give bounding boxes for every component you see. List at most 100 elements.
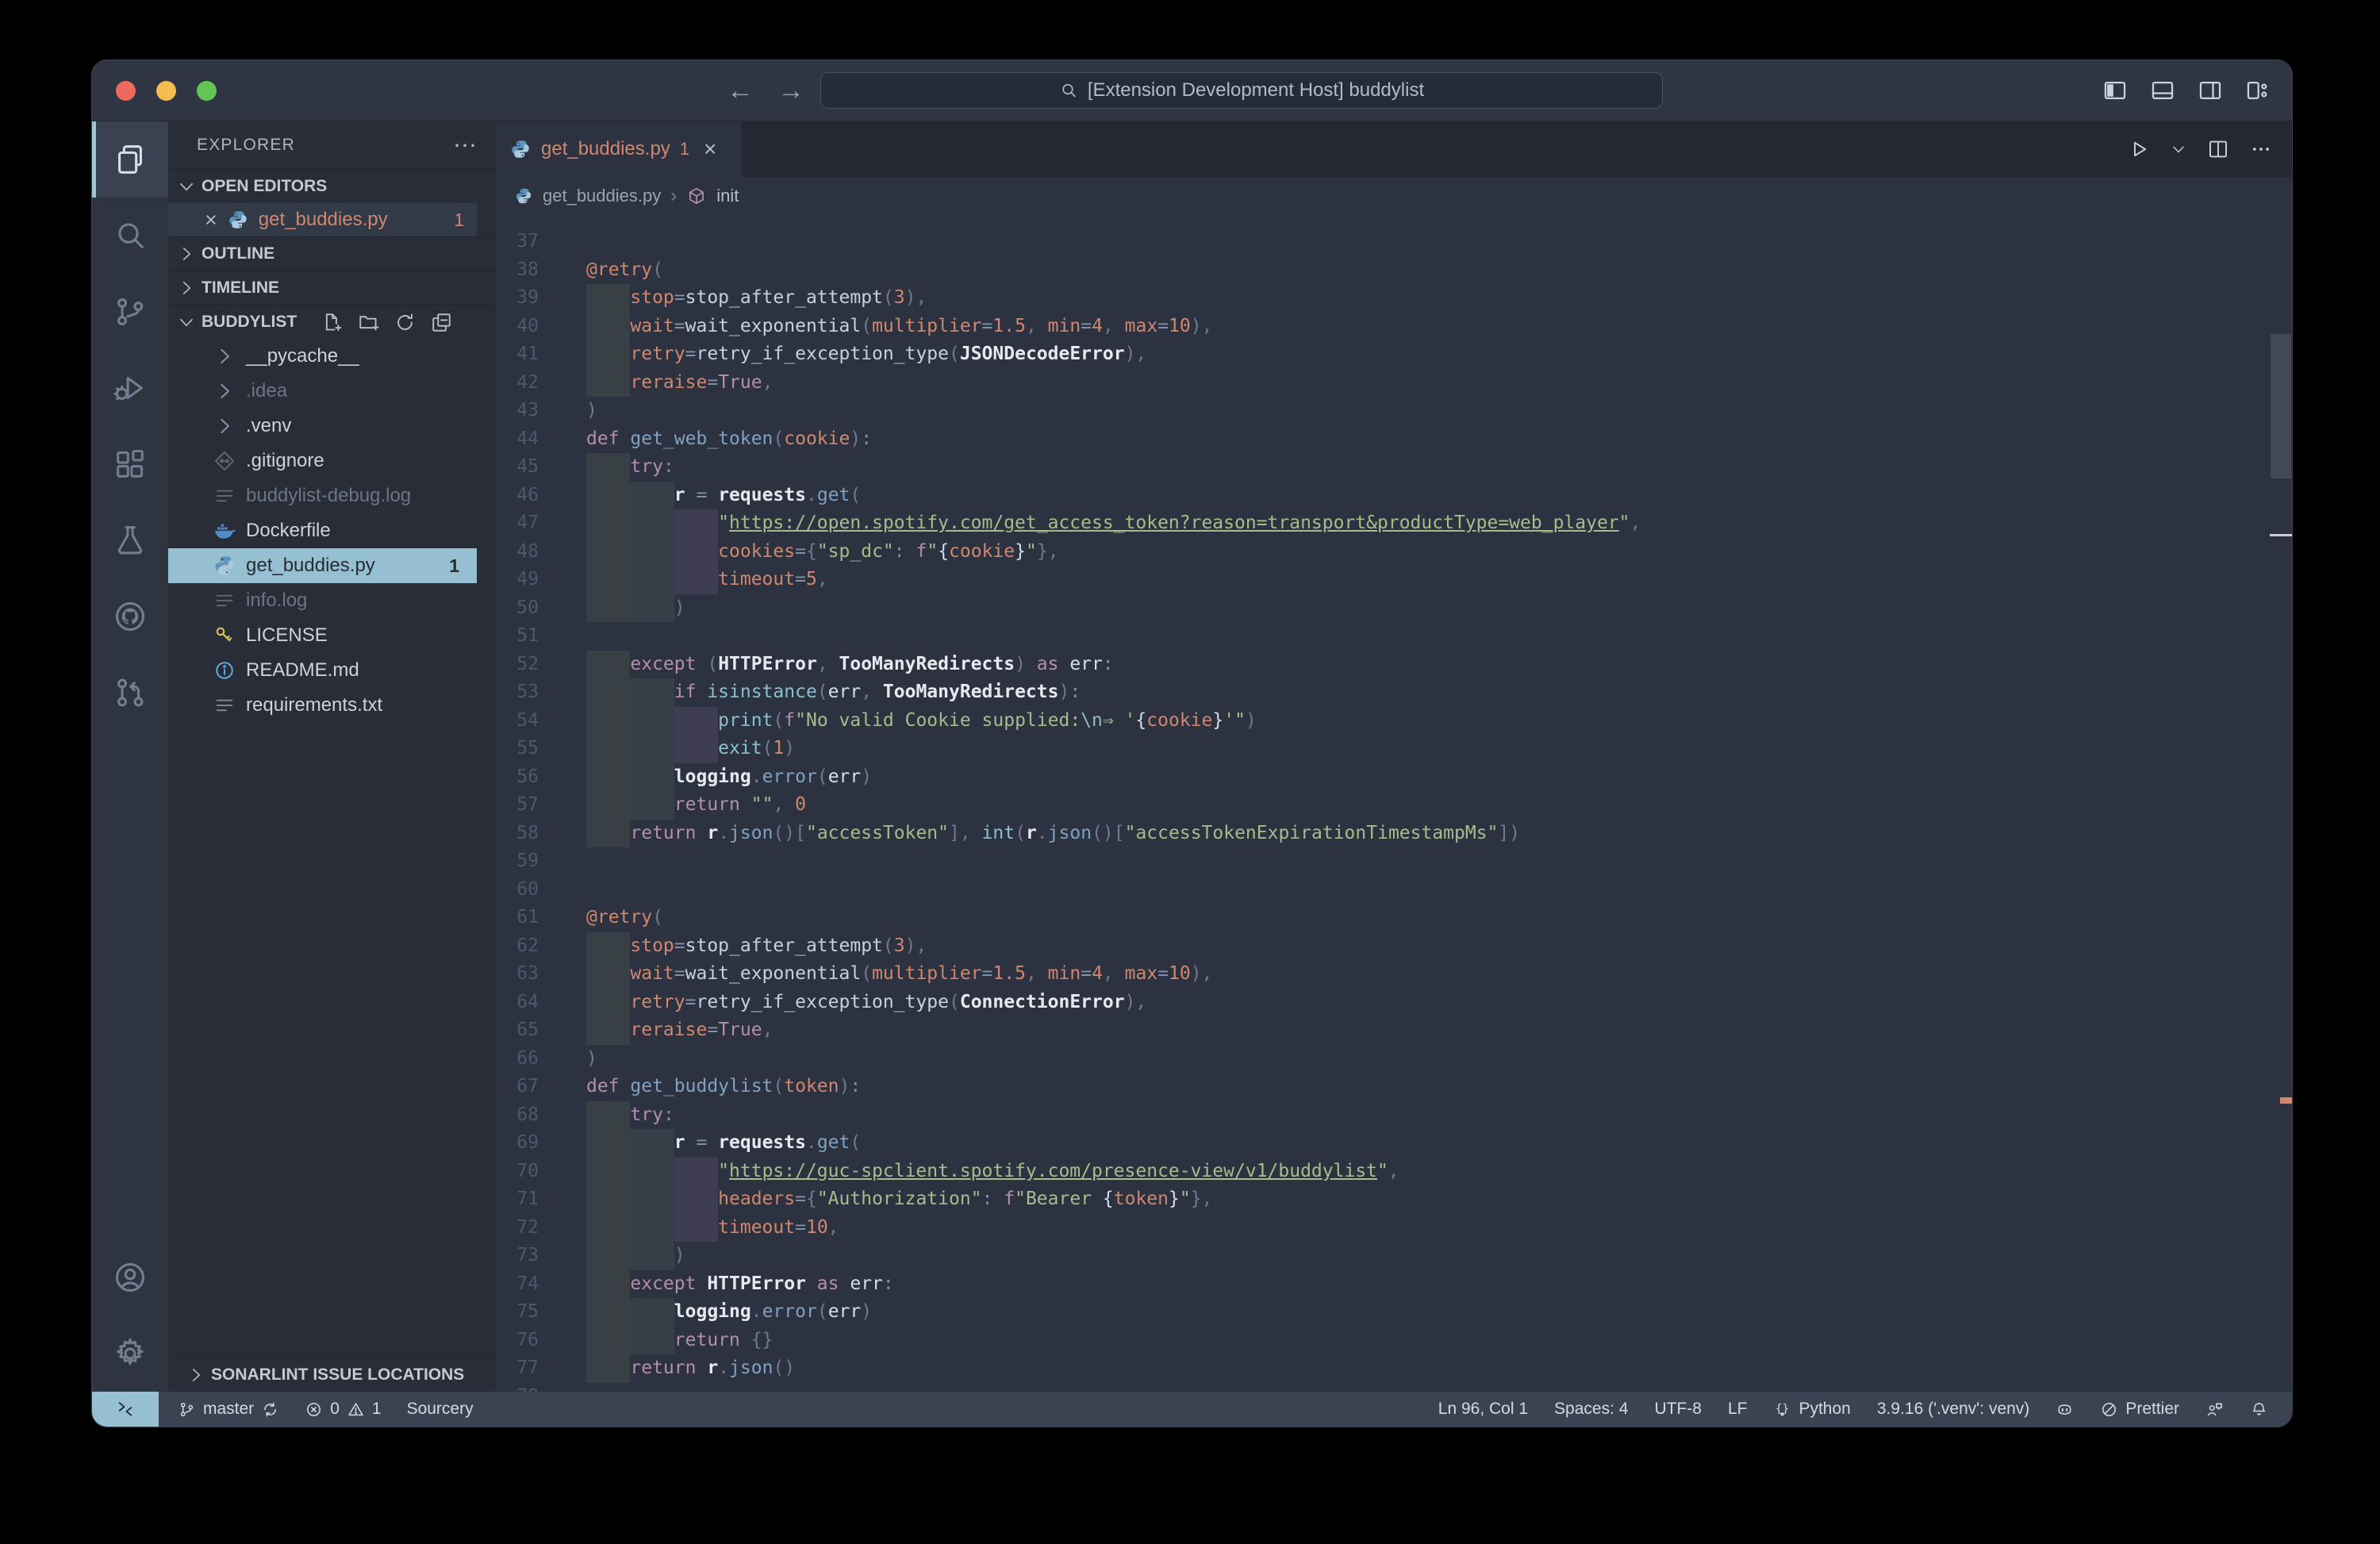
line-number[interactable]: 55 <box>495 735 539 763</box>
line-number[interactable]: 54 <box>495 707 539 736</box>
status-git-branch[interactable]: master <box>178 1400 279 1419</box>
line-number[interactable]: 65 <box>495 1016 539 1045</box>
split-icon[interactable] <box>2206 137 2230 161</box>
editor-scrollbar[interactable] <box>2270 215 2292 1392</box>
activity-settings-gear[interactable] <box>92 1315 168 1392</box>
line-number[interactable]: 52 <box>495 651 539 679</box>
tree-item-requirements.txt[interactable]: requirements.txt <box>168 688 477 723</box>
status-cursor-position[interactable]: Ln 96, Col 1 <box>1438 1400 1528 1419</box>
line-number[interactable]: 51 <box>495 622 539 651</box>
open-editor-item[interactable]: × get_buddies.py 1 <box>168 203 477 236</box>
line-number[interactable]: 44 <box>495 425 539 454</box>
close-tab-icon[interactable]: × <box>704 138 716 160</box>
breadcrumb-symbol[interactable]: init <box>716 186 739 206</box>
section-timeline[interactable]: TIMELINE <box>168 271 494 305</box>
line-number[interactable]: 58 <box>495 820 539 848</box>
tree-item-.gitignore[interactable]: .gitignore <box>168 444 477 478</box>
tree-item-Dockerfile[interactable]: Dockerfile <box>168 513 477 548</box>
line-number[interactable]: 67 <box>495 1073 539 1101</box>
more-actions-icon[interactable]: ⋯ <box>453 132 478 159</box>
collapse-all-icon[interactable] <box>430 311 453 334</box>
status-encoding[interactable]: UTF-8 <box>1654 1400 1702 1419</box>
scrollbar-thumb[interactable] <box>2271 334 2291 478</box>
activity-search[interactable] <box>92 198 168 274</box>
activity-testing[interactable] <box>92 502 168 578</box>
tab-get-buddies[interactable]: get_buddies.py 1 × <box>495 121 743 177</box>
tree-item-get_buddies.py[interactable]: get_buddies.py 1 <box>168 548 477 583</box>
line-number[interactable]: 41 <box>495 340 539 369</box>
status-indentation[interactable]: Spaces: 4 <box>1554 1400 1628 1419</box>
line-number[interactable]: 69 <box>495 1129 539 1158</box>
tree-item-.venv[interactable]: .venv <box>168 409 477 444</box>
activity-run-debug[interactable] <box>92 350 168 426</box>
remote-indicator[interactable] <box>92 1392 159 1427</box>
line-number[interactable]: 60 <box>495 876 539 905</box>
line-number[interactable]: 61 <box>495 904 539 932</box>
status-copilot[interactable] <box>2056 1400 2074 1419</box>
status-prettier[interactable]: Prettier <box>2100 1400 2179 1419</box>
layout-grid-icon[interactable] <box>2244 77 2271 104</box>
status-python-interpreter[interactable]: 3.9.16 ('.venv': venv) <box>1877 1400 2029 1419</box>
layout-sidebar-right-icon[interactable] <box>2197 77 2224 104</box>
line-number[interactable]: 39 <box>495 284 539 313</box>
tree-item-.idea[interactable]: .idea <box>168 374 477 409</box>
line-number[interactable]: 71 <box>495 1185 539 1214</box>
activity-extensions[interactable] <box>92 426 168 502</box>
line-number[interactable]: 57 <box>495 791 539 820</box>
status-notifications[interactable] <box>2250 1400 2268 1419</box>
breadcrumb-file[interactable]: get_buddies.py <box>543 186 661 206</box>
minimize-window-button[interactable] <box>156 81 176 101</box>
line-number[interactable]: 47 <box>495 509 539 538</box>
line-number[interactable]: 37 <box>495 228 539 256</box>
activity-github[interactable] <box>92 578 168 655</box>
tree-item-buddylist-debug.log[interactable]: buddylist-debug.log <box>168 478 477 513</box>
tree-item-__pycache__[interactable]: __pycache__ <box>168 339 477 374</box>
section-sonarlint[interactable]: SONARLINT ISSUE LOCATIONS <box>168 1358 494 1392</box>
line-number[interactable]: 40 <box>495 313 539 341</box>
zoom-window-button[interactable] <box>197 81 217 101</box>
status-language-mode[interactable]: {}Python <box>1773 1400 1850 1419</box>
line-number[interactable]: 76 <box>495 1327 539 1355</box>
line-number[interactable]: 49 <box>495 566 539 594</box>
tree-item-README.md[interactable]: README.md <box>168 653 477 688</box>
line-number[interactable]: 66 <box>495 1045 539 1074</box>
line-number[interactable]: 56 <box>495 763 539 792</box>
activity-source-control[interactable] <box>92 274 168 350</box>
activity-pull-request[interactable] <box>92 655 168 731</box>
refresh-icon[interactable] <box>393 311 416 334</box>
line-number[interactable]: 64 <box>495 989 539 1017</box>
close-editor-icon[interactable]: × <box>205 209 217 231</box>
status-sourcery[interactable]: Sourcery <box>407 1400 474 1419</box>
tree-item-LICENSE[interactable]: LICENSE <box>168 618 477 653</box>
line-number[interactable]: 72 <box>495 1214 539 1242</box>
line-number[interactable]: 77 <box>495 1354 539 1383</box>
chev-down-icon[interactable] <box>2170 140 2187 158</box>
line-number[interactable]: 75 <box>495 1298 539 1327</box>
line-number[interactable]: 45 <box>495 453 539 482</box>
line-number[interactable]: 42 <box>495 369 539 398</box>
layout-panel-icon[interactable] <box>2149 77 2176 104</box>
line-number[interactable]: 59 <box>495 847 539 876</box>
section-open-editors[interactable]: OPEN EDITORS <box>168 169 494 203</box>
tree-item-info.log[interactable]: info.log <box>168 583 477 618</box>
navigate-forward-button[interactable]: → <box>777 75 804 106</box>
close-window-button[interactable] <box>116 81 136 101</box>
status-eol[interactable]: LF <box>1728 1400 1748 1419</box>
line-number[interactable]: 74 <box>495 1270 539 1299</box>
ellipsis-icon[interactable] <box>2249 137 2273 161</box>
line-number[interactable]: 48 <box>495 538 539 567</box>
line-number[interactable]: 46 <box>495 482 539 510</box>
activity-account[interactable] <box>92 1239 168 1315</box>
line-number[interactable]: 43 <box>495 397 539 425</box>
section-outline[interactable]: OUTLINE <box>168 236 494 271</box>
code-editor[interactable]: 37 38 @retry( 39 stop=stop_after_attempt… <box>495 215 2292 1392</box>
status-problems[interactable]: 01 <box>305 1400 381 1419</box>
line-number[interactable]: 50 <box>495 594 539 623</box>
activity-files[interactable] <box>92 121 168 198</box>
section-buddylist[interactable]: BUDDYLIST <box>168 305 494 339</box>
line-number[interactable]: 38 <box>495 256 539 285</box>
line-number[interactable]: 78 <box>495 1383 539 1392</box>
line-number[interactable]: 53 <box>495 678 539 707</box>
new-folder-icon[interactable] <box>357 311 380 334</box>
line-number[interactable]: 63 <box>495 960 539 989</box>
